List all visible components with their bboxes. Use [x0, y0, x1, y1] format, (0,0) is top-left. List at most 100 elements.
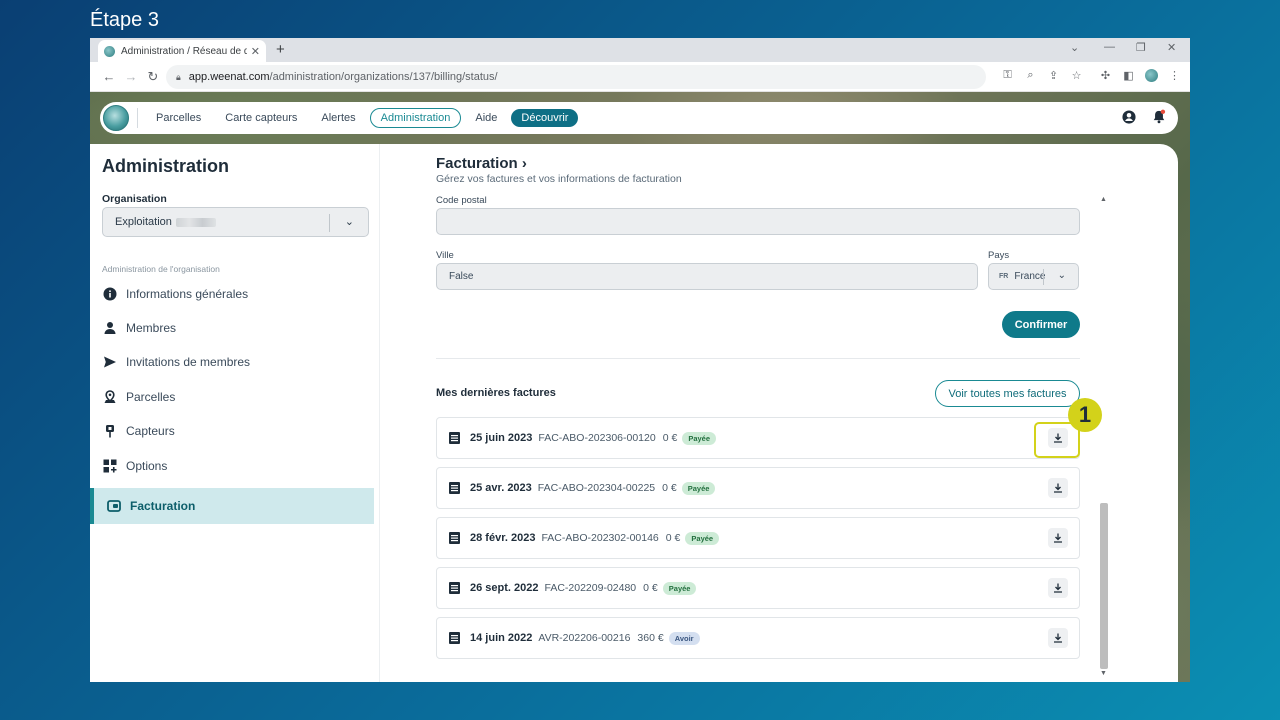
notifications-bell-icon[interactable] [1152, 109, 1166, 125]
confirm-button[interactable]: Confirmer [1002, 311, 1080, 338]
download-button[interactable] [1048, 528, 1068, 548]
scrollbar-thumb[interactable] [1100, 503, 1108, 669]
browser-window: Administration / Réseau de démo ✕ + ⌄ — … [90, 38, 1190, 682]
url-domain: app.weenat.com [188, 71, 270, 83]
invoice-amount: 0 € [665, 532, 681, 544]
sidebar-item-label: Membres [126, 321, 177, 335]
chevron-right-icon[interactable]: › [522, 155, 527, 172]
city-input[interactable]: False [436, 263, 978, 290]
nav-separator [137, 108, 138, 128]
nav-alertes[interactable]: Alertes [311, 109, 365, 127]
invoice-date: 26 sept. 2022 [470, 582, 539, 594]
key-icon[interactable]: ⚿ [996, 69, 1019, 82]
sidebar-section-label: Administration de l'organisation [102, 264, 220, 274]
invoice-amount: 0 € [662, 482, 677, 494]
restore-icon[interactable]: ❐ [1136, 41, 1146, 54]
invoice-document-icon [449, 582, 460, 594]
invoice-row[interactable]: 14 juin 2022 AVR-202206-00216 360 € Avoi… [436, 617, 1080, 659]
tab-title: Administration / Réseau de démo [121, 45, 247, 57]
organisation-label: Organisation [102, 193, 167, 205]
top-navigation: Parcelles Carte capteurs Alertes Adminis… [100, 102, 1178, 134]
sidebar-item-membres[interactable]: Membres [102, 318, 176, 338]
sidebar-title: Administration [102, 156, 230, 176]
sidebar-item-options[interactable]: Options [102, 456, 167, 476]
forward-icon[interactable]: → [120, 69, 142, 84]
side-panel-icon[interactable]: ◧ [1117, 69, 1140, 85]
invoice-number: FAC-ABO-202306-00120 [538, 432, 656, 444]
invoice-document-icon [449, 482, 460, 494]
sidebar: Administration Organisation Exploitation… [90, 144, 380, 682]
download-button[interactable] [1048, 578, 1068, 598]
postal-code-label: Code postal [436, 195, 487, 206]
status-badge: Payée [662, 581, 697, 595]
app-page: Parcelles Carte capteurs Alertes Adminis… [90, 92, 1190, 682]
billing-content: Facturation › Gérez vos factures et vos … [436, 144, 1102, 682]
user-account-icon[interactable] [1122, 110, 1136, 124]
close-window-icon[interactable]: ✕ [1167, 41, 1176, 54]
sidebar-item-invitations[interactable]: Invitations de membres [102, 352, 250, 372]
new-tab-icon[interactable]: + [276, 41, 285, 58]
country-select[interactable]: FR France ⌄ [988, 263, 1079, 290]
download-icon [1054, 483, 1062, 493]
nav-parcelles[interactable]: Parcelles [146, 109, 211, 127]
minimize-icon[interactable]: — [1104, 41, 1115, 53]
sidebar-item-label: Options [126, 459, 168, 473]
main-panel: Administration Organisation Exploitation… [90, 144, 1178, 682]
tab-search-icon[interactable]: ⌄ [1070, 41, 1079, 54]
address-bar[interactable]: 🔒︎ app.weenat.com/administration/organiz… [166, 65, 986, 89]
scroll-down-arrow-icon[interactable]: ▼ [1100, 670, 1107, 677]
profile-avatar[interactable] [1140, 69, 1163, 85]
page-subtitle: Gérez vos factures et vos informations d… [436, 173, 682, 185]
status-badge: Avoir [668, 631, 700, 645]
nav-aide[interactable]: Aide [465, 109, 507, 127]
weenat-logo[interactable] [103, 105, 129, 131]
close-tab-icon[interactable]: ✕ [251, 45, 260, 58]
nav-administration[interactable]: Administration [369, 108, 462, 128]
invoice-row[interactable]: 28 févr. 2023 FAC-ABO-202302-00146 0 € P… [436, 517, 1080, 559]
nav-carte-capteurs[interactable]: Carte capteurs [215, 109, 307, 127]
invoice-number: FAC-202209-02480 [544, 582, 637, 594]
sidebar-item-facturation[interactable]: Facturation [90, 488, 374, 524]
chevron-down-icon[interactable]: ⌄ [1058, 270, 1066, 281]
select-separator [1043, 269, 1044, 285]
status-badge: Payée [682, 431, 716, 445]
scroll-up-arrow-icon[interactable]: ▲ [1100, 196, 1107, 203]
browser-tab[interactable]: Administration / Réseau de démo ✕ [98, 40, 266, 62]
sidebar-item-capteurs[interactable]: Capteurs [102, 421, 175, 441]
info-icon [102, 286, 118, 302]
extensions-icon[interactable]: ✣ [1094, 69, 1117, 85]
share-icon[interactable]: ⇪ [1042, 69, 1065, 82]
star-icon[interactable]: ☆ [1065, 69, 1088, 82]
city-label: Ville [436, 250, 454, 261]
reload-icon[interactable]: ↻ [142, 69, 164, 85]
download-button[interactable] [1048, 478, 1068, 498]
invoice-number: FAC-ABO-202304-00225 [537, 482, 656, 494]
tab-strip: Administration / Réseau de démo ✕ + ⌄ — … [90, 38, 1190, 62]
download-button[interactable] [1048, 628, 1068, 648]
organisation-select[interactable]: Exploitation ⌄ [102, 207, 369, 237]
zoom-icon[interactable]: ⌕ [1019, 69, 1042, 82]
invoice-number: FAC-ABO-202302-00146 [541, 532, 659, 544]
browser-menu-icon[interactable]: ⋮ [1163, 69, 1186, 85]
view-all-invoices-button[interactable]: Voir toutes mes factures [935, 380, 1080, 407]
sidebar-item-informations[interactable]: Informations générales [102, 284, 248, 304]
step-label: Étape 3 [90, 9, 159, 31]
invoice-row[interactable]: 25 avr. 2023 FAC-ABO-202304-00225 0 € Pa… [436, 467, 1080, 509]
invoice-row[interactable]: 26 sept. 2022 FAC-202209-02480 0 € Payée [436, 567, 1080, 609]
select-separator [329, 214, 330, 232]
invoice-row[interactable]: 25 juin 2023 FAC-ABO-202306-00120 0 € Pa… [436, 417, 1080, 459]
chevron-down-icon[interactable]: ⌄ [345, 215, 354, 228]
sensor-icon [102, 423, 118, 439]
sidebar-item-label: Invitations de membres [126, 355, 251, 369]
sidebar-item-label: Capteurs [126, 424, 175, 438]
sidebar-item-label: Facturation [130, 499, 196, 513]
back-icon[interactable]: ← [98, 69, 120, 84]
discover-button[interactable]: Découvrir [511, 109, 579, 127]
lock-icon: 🔒︎ [176, 71, 181, 82]
postal-code-input[interactable] [436, 208, 1080, 235]
status-badge: Payée [685, 531, 720, 545]
person-icon [102, 320, 118, 336]
step-marker-badge: 1 [1068, 398, 1102, 432]
download-icon [1054, 633, 1062, 643]
sidebar-item-parcelles[interactable]: Parcelles [102, 387, 175, 407]
